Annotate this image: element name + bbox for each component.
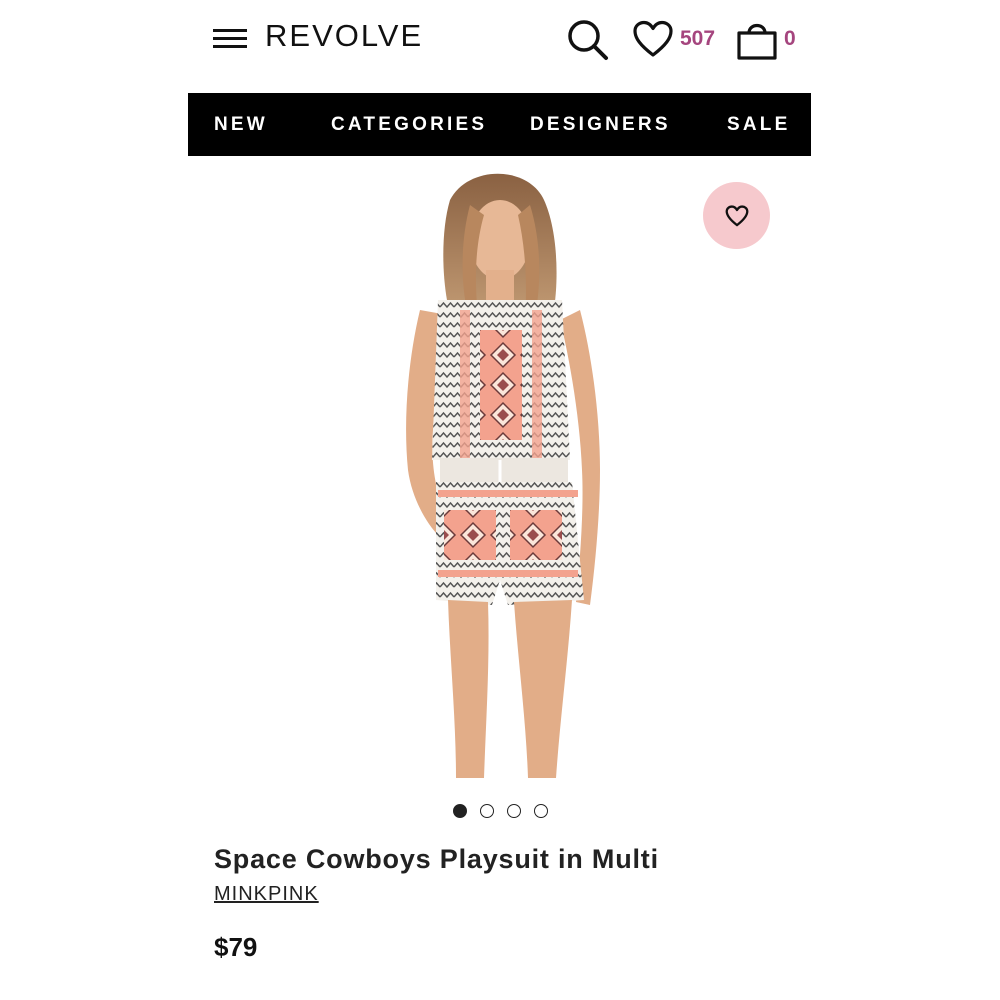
product-price: $79 bbox=[214, 932, 258, 962]
shopping-bag-icon bbox=[737, 23, 777, 60]
wishlist-button[interactable]: 507 bbox=[632, 19, 715, 59]
shopping-bag-button[interactable]: 0 bbox=[736, 17, 796, 61]
image-carousel-dots bbox=[453, 804, 548, 818]
search-icon[interactable] bbox=[565, 17, 609, 61]
nav-item-designers[interactable]: DESIGNERS bbox=[530, 93, 671, 156]
nav-item-categories[interactable]: CATEGORIES bbox=[331, 93, 487, 156]
product-brand-link[interactable]: MINKPINK bbox=[214, 883, 319, 906]
carousel-dot[interactable] bbox=[507, 804, 521, 818]
revolve-logo[interactable]: REVOLVE bbox=[265, 18, 423, 54]
product-title: Space Cowboys Playsuit in Multi bbox=[214, 844, 659, 874]
nav-item-sale[interactable]: SALE bbox=[727, 93, 790, 156]
product-image[interactable] bbox=[188, 160, 811, 780]
header: REVOLVE 507 0 bbox=[0, 0, 1000, 92]
add-to-favorites-button[interactable] bbox=[703, 182, 770, 249]
heart-icon bbox=[725, 204, 748, 226]
bag-count: 0 bbox=[784, 27, 796, 50]
nav-item-new[interactable]: NEW bbox=[214, 93, 268, 156]
model-figure bbox=[406, 173, 600, 778]
heart-icon bbox=[633, 20, 673, 57]
menu-line bbox=[213, 29, 247, 32]
menu-line bbox=[213, 37, 247, 40]
hamburger-menu-icon[interactable] bbox=[213, 26, 247, 52]
main-nav: NEW CATEGORIES DESIGNERS SALE bbox=[188, 93, 811, 156]
wishlist-count: 507 bbox=[680, 27, 716, 50]
carousel-dot[interactable] bbox=[480, 804, 494, 818]
carousel-dot[interactable] bbox=[534, 804, 548, 818]
menu-line bbox=[213, 45, 247, 48]
carousel-dot[interactable] bbox=[453, 804, 467, 818]
